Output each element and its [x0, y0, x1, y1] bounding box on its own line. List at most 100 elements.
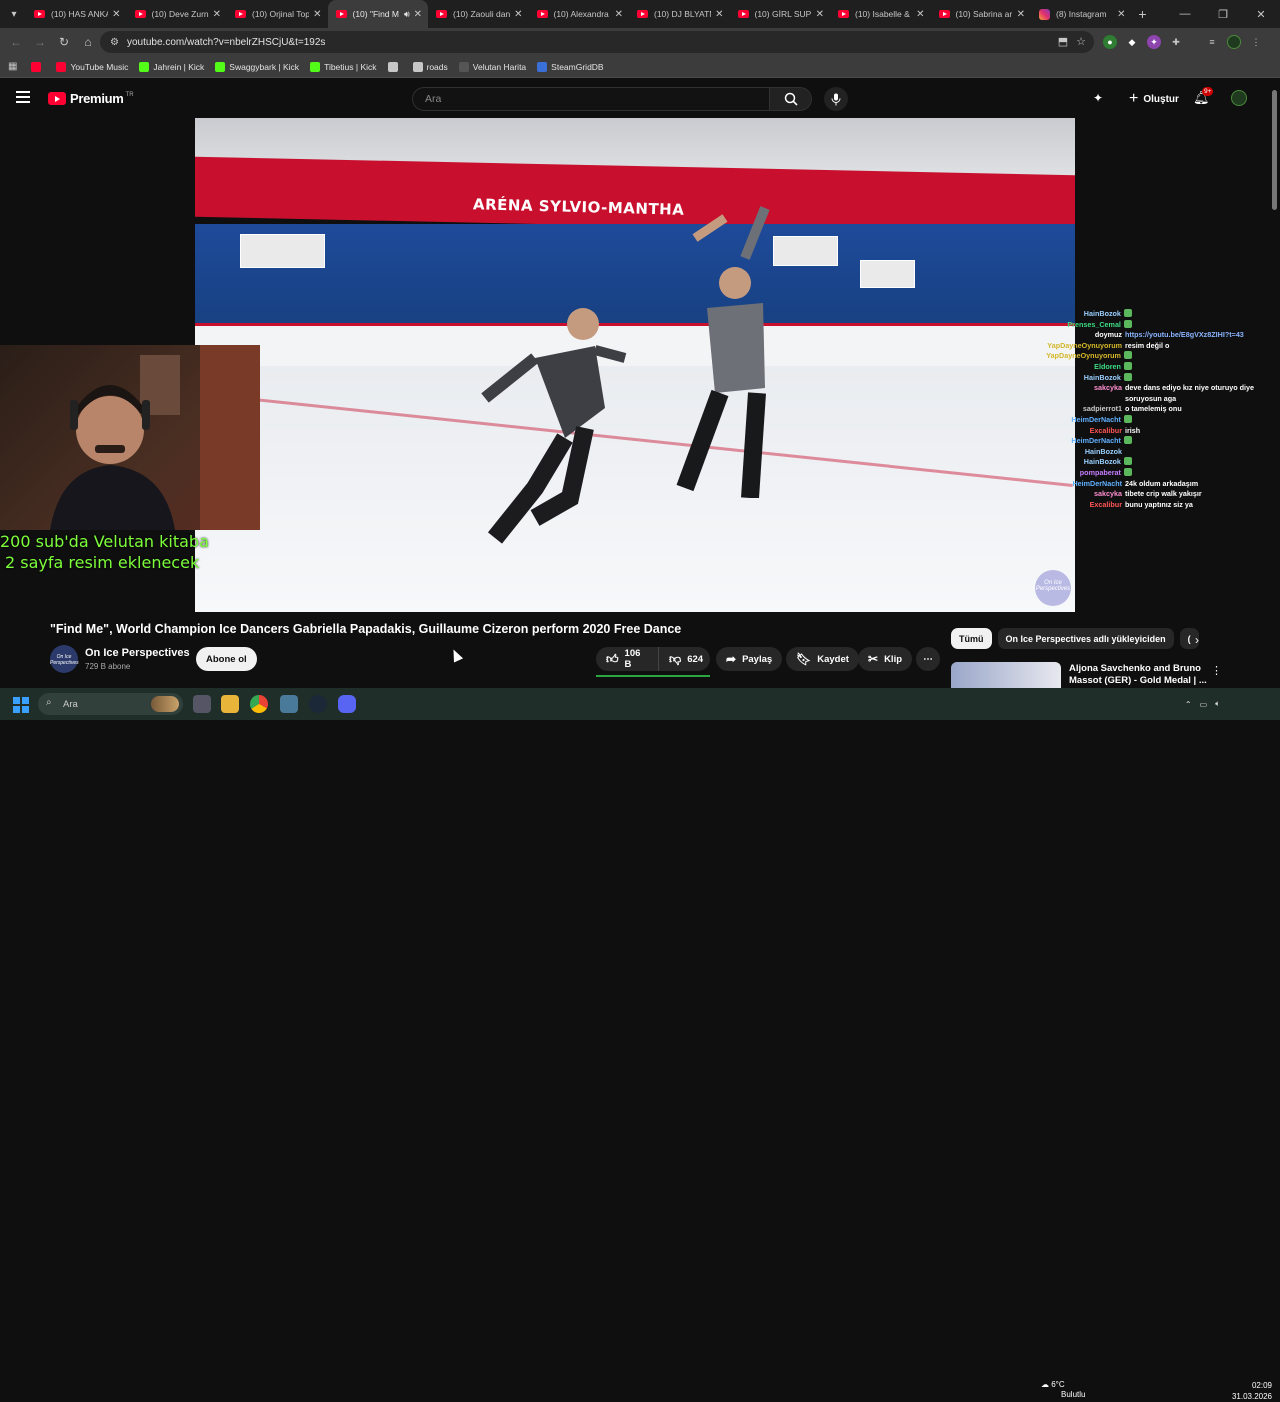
bookmark-star-icon[interactable]: ☆	[1076, 35, 1086, 48]
clip-button[interactable]: ✂ Klip	[858, 647, 913, 671]
search-button[interactable]	[770, 87, 812, 111]
close-tab-icon[interactable]: ✕	[615, 9, 623, 20]
channel-name[interactable]: On Ice Perspectives	[85, 647, 190, 659]
address-bar[interactable]: ⚙ youtube.com/watch?v=nbelrZHSCjU&t=192s…	[100, 31, 1094, 53]
recommended-video-thumbnail[interactable]	[951, 662, 1061, 688]
share-button[interactable]: ➦ Paylaş	[716, 647, 783, 671]
steam-icon[interactable]	[309, 695, 327, 713]
chrome-icon[interactable]	[250, 695, 268, 713]
browser-tab[interactable]: (10) Orjinal Top ✕	[227, 0, 328, 28]
home-button[interactable]: ⌂	[76, 30, 100, 54]
bookmark-item[interactable]: Velutan Harita	[458, 61, 526, 72]
bookmark-item[interactable]	[31, 61, 45, 72]
close-tab-icon[interactable]: ✕	[1117, 9, 1125, 20]
cast-icon[interactable]: ✦	[1093, 91, 1103, 105]
reload-button[interactable]: ↻	[52, 30, 76, 54]
profile-avatar-icon[interactable]	[1227, 35, 1241, 49]
network-icon[interactable]: ▭	[1200, 700, 1208, 709]
notifications-bell-icon[interactable]: 🔔︎ 9+	[1193, 87, 1214, 106]
chat-username: HainBozok	[1083, 457, 1121, 467]
close-tab-icon[interactable]: ✕	[816, 9, 824, 20]
install-app-icon[interactable]: ⬒	[1058, 35, 1068, 48]
bookmark-item[interactable]: Swaggybark | Kick	[215, 61, 299, 72]
bookmark-item[interactable]: roads	[412, 61, 448, 72]
browser-tab[interactable]: (10) HAS ANKA ✕	[26, 0, 127, 28]
close-tab-icon[interactable]: ✕	[514, 9, 522, 20]
close-window-icon[interactable]: ✕	[1242, 8, 1280, 21]
new-tab-button[interactable]: +	[1132, 6, 1154, 22]
browser-tab[interactable]: (10) Sabrina ar ✕	[931, 0, 1032, 28]
browser-tab[interactable]: (10) "Find M 🔊︎ ✕	[327, 0, 428, 28]
filter-chip[interactable]: On Ice Perspectives adlı yükleyiciden	[997, 628, 1174, 649]
site-info-icon[interactable]: ⚙	[110, 37, 119, 48]
extension-green-icon[interactable]: ●	[1103, 35, 1117, 49]
recommended-video-menu-icon[interactable]: ⋮	[1211, 664, 1222, 677]
volume-icon[interactable]: 🔈︎	[1215, 699, 1220, 709]
windows-start-icon[interactable]	[13, 697, 29, 713]
bookmark-item[interactable]: Jahrein | Kick	[139, 61, 204, 72]
plus-icon: +	[1129, 90, 1139, 107]
browser-tab[interactable]: (8) Instagram ✕	[1031, 0, 1132, 28]
channel-watermark[interactable]: On Ice Perspectives	[1035, 570, 1071, 606]
skater-figure	[676, 206, 770, 498]
youtube-premium-logo[interactable]: Premium TR	[48, 91, 134, 106]
app-icon[interactable]	[280, 695, 298, 713]
weather-widget[interactable]: ☁ 6°C Bulutlu	[1041, 1380, 1085, 1400]
tray-overflow-icon[interactable]: ⌃	[1185, 700, 1192, 709]
discord-icon[interactable]	[338, 695, 356, 713]
browser-tab[interactable]: (10) DJ BLYATM ✕	[629, 0, 730, 28]
bookmark-item[interactable]: Tibetius | Kick	[310, 61, 377, 72]
like-button[interactable]: 👍︎ 106 B	[596, 647, 658, 671]
browser-tab[interactable]: (10) Alexandra ✕	[529, 0, 630, 28]
chat-emote-icon	[1123, 361, 1132, 370]
browser-tab[interactable]: (10) Zaouli dan ✕	[428, 0, 529, 28]
bookmark-item[interactable]	[387, 61, 402, 72]
apps-grid-icon[interactable]: ▦	[8, 61, 17, 72]
video-player[interactable]: ARÉNA SYLVIO-MANTHA On Ice Perspectives	[195, 118, 1075, 612]
browser-menu-icon[interactable]: ⋮	[1249, 35, 1263, 49]
channel-avatar[interactable]: On Ice Perspectives	[50, 645, 79, 673]
maximize-icon[interactable]: ❐	[1204, 8, 1242, 21]
back-button[interactable]: ←	[4, 30, 28, 54]
file-explorer-icon[interactable]	[221, 695, 239, 713]
extension-purple-icon[interactable]: ✦	[1147, 35, 1161, 49]
chat-message: Excalibur bunu yaptınız siz ya	[1040, 500, 1270, 511]
bookmark-item[interactable]: YouTube Music	[56, 61, 128, 72]
close-tab-icon[interactable]: ✕	[112, 9, 120, 20]
recommended-video-title[interactable]: Aljona Savchenko and Bruno Massot (GER) …	[1069, 663, 1209, 687]
reading-list-icon[interactable]: ≡	[1205, 35, 1219, 49]
tab-search-button[interactable]: ▾	[2, 3, 26, 25]
more-actions-button[interactable]: ⋯	[916, 647, 940, 671]
extensions-puzzle-icon[interactable]: ✚	[1169, 35, 1183, 49]
page-scrollbar[interactable]	[1271, 84, 1278, 688]
account-avatar[interactable]	[1231, 90, 1247, 106]
close-tab-icon[interactable]: ✕	[916, 9, 924, 20]
taskbar-search-input[interactable]: ⌕ Ara	[38, 693, 183, 715]
browser-tab[interactable]: (10) GİRL SUPE ✕	[730, 0, 831, 28]
extension-diamond-icon[interactable]: ◆	[1125, 35, 1139, 49]
close-tab-icon[interactable]: ✕	[213, 9, 221, 20]
save-button[interactable]: 🔖︎ Kaydet	[786, 647, 859, 671]
dislike-button[interactable]: 👎︎ 624	[658, 647, 710, 671]
browser-tab[interactable]: (10) Isabelle & ✕	[830, 0, 931, 28]
forward-button[interactable]: →	[28, 30, 52, 54]
browser-tab[interactable]: (10) Deve Zurna ✕	[127, 0, 228, 28]
close-tab-icon[interactable]: ✕	[1017, 9, 1025, 20]
bookmark-item[interactable]: SteamGridDB	[537, 61, 604, 72]
streamer-webcam	[0, 345, 260, 530]
close-tab-icon[interactable]: ✕	[414, 9, 422, 20]
subscribe-button[interactable]: Abone ol	[196, 647, 257, 671]
hamburger-menu-icon[interactable]	[16, 91, 30, 106]
system-clock[interactable]: 02:09 31.03.2026	[1227, 1380, 1272, 1402]
close-tab-icon[interactable]: ✕	[715, 9, 723, 20]
voice-search-button[interactable]	[824, 87, 848, 111]
close-tab-icon[interactable]: ✕	[313, 9, 321, 20]
minimize-icon[interactable]: —	[1166, 8, 1204, 20]
create-button[interactable]: + Oluştur	[1121, 87, 1187, 111]
audio-playing-icon[interactable]: 🔊︎	[404, 9, 410, 20]
scrollbar-thumb[interactable]	[1272, 90, 1277, 210]
filter-chip[interactable]: Tümü	[951, 628, 992, 649]
chevron-right-icon[interactable]: ›	[1195, 633, 1199, 647]
task-view-icon[interactable]	[193, 695, 211, 713]
search-input[interactable]: Ara	[412, 87, 770, 111]
